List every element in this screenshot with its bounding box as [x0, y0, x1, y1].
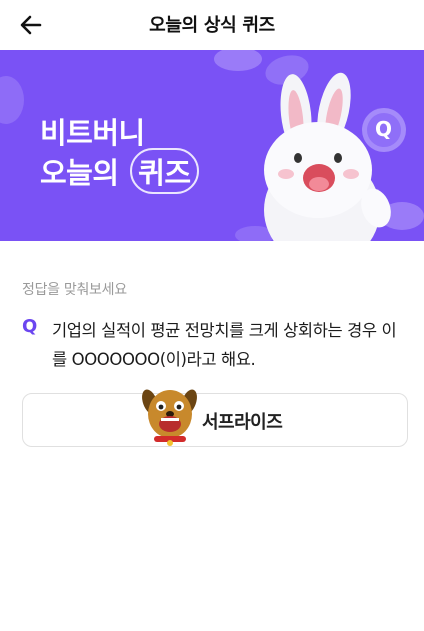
page-title: 오늘의 상식 퀴즈 [149, 15, 275, 36]
quiz-banner: 비트버니 오늘의 퀴즈 Q [0, 50, 424, 241]
dog-mascot-icon [142, 389, 197, 446]
answer-button[interactable]: 서프라이즈 [22, 389, 408, 447]
question-line-2: 를 OOOOOOO(이)라고 해요. [52, 350, 256, 369]
screen: 오늘의 상식 퀴즈 비트버니 오늘의 퀴즈 Q 정답을 맞춰보세요 Q 기업의 … [0, 0, 424, 631]
question-label: Q [22, 316, 38, 337]
quiz-instruction: 정답을 맞춰보세요 [22, 282, 127, 298]
question-line-1: 기업의 실적이 평균 전망치를 크게 상회하는 경우 이 [52, 321, 397, 340]
q-badge-icon: Q [375, 117, 393, 141]
answer-text: 서프라이즈 [202, 412, 283, 433]
banner-title-line1: 비트버니 [40, 116, 145, 150]
banner-title-highlight: 퀴즈 [130, 148, 199, 194]
banner-title-prefix: 오늘의 [40, 156, 119, 190]
banner-title-line2: 오늘의 퀴즈 [40, 148, 199, 194]
question-text: 기업의 실적이 평균 전망치를 크게 상회하는 경우 이 를 OOOOOOO(이… [52, 316, 412, 374]
app-header: 오늘의 상식 퀴즈 [0, 0, 424, 50]
